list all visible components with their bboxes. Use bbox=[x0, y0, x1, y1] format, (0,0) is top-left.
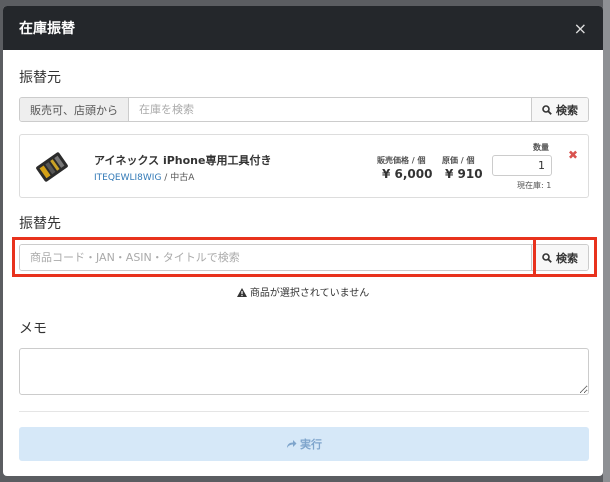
transfer-item-card: アイネックス iPhone専用工具付き ITEQEWLI8WIG / 中古A 販… bbox=[19, 134, 589, 198]
cost-value: ¥ 910 bbox=[445, 167, 483, 181]
modal-title: 在庫振替 bbox=[19, 21, 75, 37]
source-search-button[interactable]: 検索 bbox=[531, 98, 588, 121]
no-selection-warning: 商品が選択されていません bbox=[3, 284, 603, 299]
cost-label: 原価 / 個 bbox=[442, 156, 475, 165]
background-page-strip bbox=[603, 0, 610, 482]
warning-icon bbox=[236, 288, 247, 297]
search-icon bbox=[542, 252, 552, 263]
quantity-label: 数量 bbox=[533, 143, 549, 152]
stock-transfer-modal: 在庫振替 × 振替元 販売可、店頭から 検索 アイネックス iPhone専用工具… bbox=[3, 6, 603, 476]
item-condition: 中古A bbox=[170, 173, 195, 183]
memo-textarea[interactable] bbox=[19, 348, 589, 395]
destination-search-group: 検索 bbox=[19, 244, 589, 271]
sale-price-label: 販売価格 / 個 bbox=[377, 156, 426, 165]
current-stock-text: 現在庫: 1 bbox=[517, 181, 552, 190]
item-name: アイネックス iPhone専用工具付き bbox=[94, 154, 272, 167]
destination-search-input[interactable] bbox=[20, 245, 531, 270]
source-label: 振替元 bbox=[19, 70, 61, 86]
destination-search-button[interactable]: 検索 bbox=[531, 245, 588, 270]
product-thumbnail bbox=[36, 152, 68, 182]
execute-button[interactable]: 実行 bbox=[19, 427, 589, 461]
source-search-input[interactable] bbox=[129, 98, 531, 121]
search-icon bbox=[542, 104, 552, 115]
destination-search-button-label: 検索 bbox=[556, 251, 578, 265]
destination-label: 振替先 bbox=[19, 216, 61, 232]
item-meta: ITEQEWLI8WIG / 中古A bbox=[94, 173, 195, 183]
source-search-group: 販売可、店頭から 検索 bbox=[19, 97, 589, 122]
execute-button-label: 実行 bbox=[300, 438, 322, 451]
source-filter-addon: 販売可、店頭から bbox=[20, 98, 129, 121]
warning-text: 商品が選択されていません bbox=[249, 288, 370, 299]
close-icon[interactable]: ✖ bbox=[568, 148, 578, 162]
item-sku-link[interactable]: ITEQEWLI8WIG bbox=[94, 173, 161, 183]
sale-price-value: ¥ 6,000 bbox=[382, 167, 433, 181]
modal-header: 在庫振替 × bbox=[3, 6, 603, 50]
share-icon bbox=[287, 440, 297, 448]
source-search-button-label: 検索 bbox=[556, 103, 578, 117]
footer-divider bbox=[19, 411, 589, 412]
close-button[interactable]: × bbox=[574, 19, 587, 38]
memo-label: メモ bbox=[19, 321, 47, 337]
quantity-input[interactable] bbox=[492, 155, 552, 176]
